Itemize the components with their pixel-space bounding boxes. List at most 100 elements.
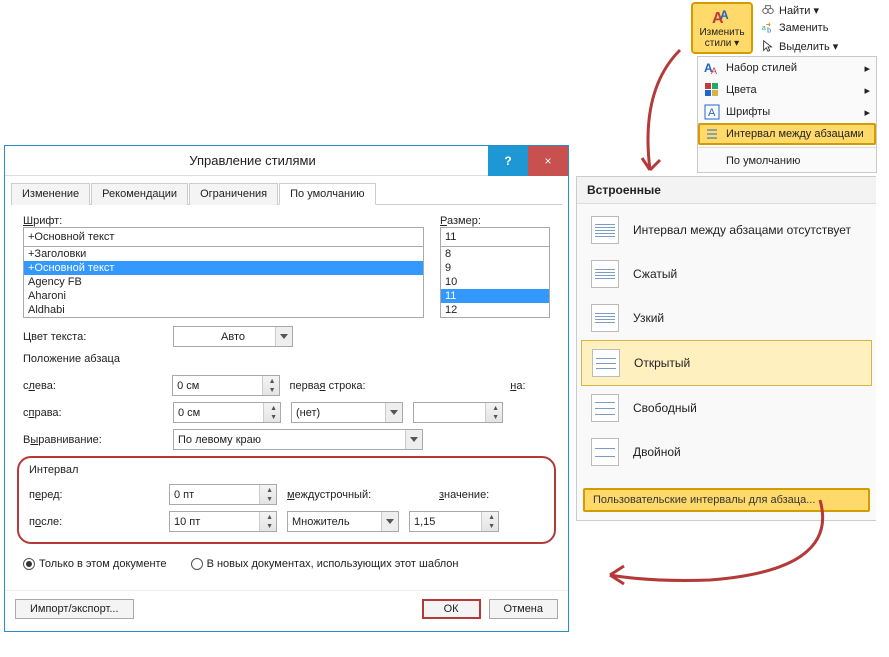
builtin-double[interactable]: Двойной <box>581 430 872 474</box>
radio-new-docs[interactable]: В новых документах, использующих этот ша… <box>191 558 459 570</box>
size-option[interactable]: 9 <box>441 261 549 275</box>
builtin-open[interactable]: Открытый <box>581 340 872 386</box>
font-option[interactable]: +Заголовки <box>24 247 423 261</box>
paragraph-spacing-icon <box>704 126 720 142</box>
size-option[interactable]: 12 <box>441 303 549 317</box>
tab-default[interactable]: По умолчанию <box>279 183 375 205</box>
builtin-label: Открытый <box>634 356 690 370</box>
size-listbox[interactable]: 8 9 10 11 12 <box>440 246 550 318</box>
builtin-compact[interactable]: Сжатый <box>581 252 872 296</box>
builtin-tight[interactable]: Узкий <box>581 296 872 340</box>
text-color-combo[interactable]: Авто <box>173 326 293 347</box>
value-spinner[interactable]: 1,15▲▼ <box>409 511 499 532</box>
cancel-button[interactable]: Отмена <box>489 599 558 619</box>
alignment-combo[interactable]: По левому краю <box>173 429 423 450</box>
line-spacing-combo[interactable]: Множитель <box>287 511 399 532</box>
dd-colors[interactable]: Цвета▸ <box>698 79 876 101</box>
replace-label: Заменить <box>779 22 828 34</box>
position-header: Положение абзаца <box>23 353 550 365</box>
by-spinner[interactable]: ▲▼ <box>413 402 503 423</box>
fonts-icon: A <box>704 104 720 120</box>
left-row: слева: 0 см▲▼ первая строка: на: <box>23 375 550 396</box>
builtin-none[interactable]: Интервал между абзацами отсутствует <box>581 208 872 252</box>
builtin-label: Свободный <box>633 401 697 415</box>
font-listbox[interactable]: +Заголовки +Основной текст Agency FB Aha… <box>23 246 424 318</box>
cursor-icon <box>761 39 775 53</box>
font-option[interactable]: Aldhabi <box>24 303 423 317</box>
import-export-button[interactable]: Импорт/экспорт... <box>15 599 134 619</box>
dialog-title: Управление стилями <box>17 153 488 168</box>
close-button[interactable]: × <box>528 146 568 176</box>
before-spinner[interactable]: 0 пт▲▼ <box>169 484 277 505</box>
dd-paragraph-spacing-label: Интервал между абзацами <box>726 128 864 140</box>
titlebar-buttons: ? × <box>488 146 568 176</box>
right-label: справа: <box>23 407 163 419</box>
dialog-body: ШШрифт:рифт: +Основной текст +Заголовки … <box>5 205 568 590</box>
spacing-none-icon <box>591 216 619 244</box>
radio-icon <box>23 558 35 570</box>
dd-paragraph-spacing[interactable]: Интервал между абзацами <box>698 123 876 145</box>
tab-restrict[interactable]: Ограничения <box>189 183 278 205</box>
font-option[interactable]: Aharoni <box>24 289 423 303</box>
alignment-row: Выравнивание: По левому краю <box>23 429 550 450</box>
builtin-custom[interactable]: Пользовательские интервалы для абзаца... <box>583 488 870 512</box>
change-styles-icon: AA <box>710 7 734 27</box>
font-option[interactable]: Agency FB <box>24 275 423 289</box>
select-button[interactable]: Выделить ▾ <box>759 38 840 54</box>
svg-text:a: a <box>762 25 766 32</box>
first-line-combo[interactable]: (нет) <box>291 402 403 423</box>
spacing-tight-icon <box>591 304 619 332</box>
size-textbox[interactable]: 11 <box>440 227 550 247</box>
right-row: справа: 0 см▲▼ (нет) ▲▼ <box>23 402 550 423</box>
tab-edit[interactable]: Изменение <box>11 183 90 205</box>
ribbon-row: AA Изменить стили ▾ Найти ▾ abЗаменить В… <box>689 0 889 56</box>
styles-dropdown: AAНабор стилей▸ Цвета▸ AШрифты▸ Интервал… <box>697 56 877 173</box>
dd-fonts[interactable]: AШрифты▸ <box>698 101 876 123</box>
interval-group: Интервал перед: 0 пт▲▼ междустрочный: зн… <box>17 456 556 544</box>
size-label: Размер: <box>440 215 550 227</box>
binoculars-icon <box>761 3 775 17</box>
ok-button[interactable]: ОК <box>422 599 481 619</box>
value-value: 1,15 <box>414 516 435 528</box>
font-option[interactable]: +Основной текст <box>24 261 423 275</box>
manage-styles-dialog: Управление стилями ? × Изменение Рекомен… <box>4 145 569 632</box>
help-button[interactable]: ? <box>488 146 528 176</box>
change-styles-line2: стили ▾ <box>705 38 739 49</box>
before-row: перед: 0 пт▲▼ междустрочный: значение: <box>29 484 544 505</box>
dd-style-set[interactable]: AAНабор стилей▸ <box>698 57 876 79</box>
size-option[interactable]: 11 <box>441 289 549 303</box>
value-label: значение: <box>439 489 509 501</box>
line-spacing-label: междустрочный: <box>287 489 399 501</box>
replace-button[interactable]: abЗаменить <box>759 20 840 36</box>
tab-recommend[interactable]: Рекомендации <box>91 183 188 205</box>
font-textbox[interactable]: +Основной текст <box>23 227 424 247</box>
dd-colors-label: Цвета <box>726 84 757 96</box>
find-button[interactable]: Найти ▾ <box>759 2 840 18</box>
spacing-compact-icon <box>591 260 619 288</box>
left-spinner[interactable]: 0 см▲▼ <box>172 375 279 396</box>
after-value: 10 пт <box>174 516 200 528</box>
builtin-list: Интервал между абзацами отсутствует Сжат… <box>577 204 876 478</box>
right-spinner[interactable]: 0 см▲▼ <box>173 402 281 423</box>
size-column: Размер: 11 8 9 10 11 12 <box>440 215 550 318</box>
after-row: после: 10 пт▲▼ Множитель 1,15▲▼ <box>29 511 544 532</box>
radio-icon <box>191 558 203 570</box>
before-value: 0 пт <box>174 489 194 501</box>
builtin-label: Двойной <box>633 445 681 459</box>
editing-group: Найти ▾ abЗаменить Выделить ▾ <box>755 0 844 56</box>
builtin-label: Интервал между абзацами отсутствует <box>633 223 851 237</box>
right-value: 0 см <box>178 407 200 419</box>
radio-this-doc-label: Только в этом документе <box>39 558 167 570</box>
dialog-footer: Импорт/экспорт... ОК Отмена <box>5 590 568 631</box>
first-line-label: первая строка: <box>290 380 401 392</box>
dd-style-set-label: Набор стилей <box>726 62 797 74</box>
before-label: перед: <box>29 489 159 501</box>
find-label: Найти ▾ <box>779 4 819 17</box>
dd-default[interactable]: По умолчанию <box>698 150 876 172</box>
size-option[interactable]: 10 <box>441 275 549 289</box>
builtin-relaxed[interactable]: Свободный <box>581 386 872 430</box>
after-spinner[interactable]: 10 пт▲▼ <box>169 511 277 532</box>
change-styles-button[interactable]: AA Изменить стили ▾ <box>691 2 753 54</box>
size-option[interactable]: 8 <box>441 247 549 261</box>
radio-this-doc[interactable]: Только в этом документе <box>23 558 167 570</box>
